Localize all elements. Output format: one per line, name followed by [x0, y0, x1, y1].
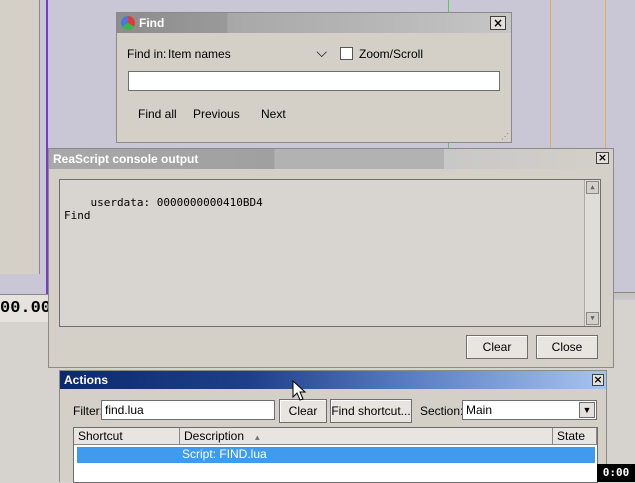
- find-titlebar[interactable]: Find ×: [117, 13, 511, 33]
- table-row[interactable]: Script: FIND.lua: [77, 447, 595, 463]
- column-header-description[interactable]: Description ▲: [180, 428, 553, 445]
- section-label: Section:: [420, 404, 464, 418]
- console-output[interactable]: userdata: 0000000000410BD4 Find ▲ ▼: [59, 179, 601, 327]
- find-title: Find: [139, 16, 165, 30]
- zoom-scroll-checkbox[interactable]: [340, 47, 353, 60]
- background-strip: [612, 292, 635, 298]
- find-dialog: Find × Find in: Item names ⌵ Zoom/Scroll…: [116, 12, 512, 143]
- find-in-select[interactable]: Item names ⌵: [167, 44, 331, 64]
- find-in-value: Item names: [168, 47, 231, 61]
- console-clear-button[interactable]: Clear: [466, 335, 528, 359]
- search-input[interactable]: [128, 71, 500, 91]
- row-description: Script: FIND.lua: [182, 447, 267, 461]
- zoom-scroll-label: Zoom/Scroll: [359, 47, 424, 61]
- column-header-shortcut[interactable]: Shortcut: [74, 428, 180, 445]
- taskbar-clock: 0:00: [597, 464, 635, 482]
- chevron-down-icon[interactable]: ⌵: [316, 44, 327, 61]
- chevron-down-icon[interactable]: ▼: [579, 402, 595, 418]
- actions-list[interactable]: Shortcut Description ▲ State Script: FIN…: [73, 427, 598, 483]
- scroll-up-icon[interactable]: ▲: [586, 181, 599, 194]
- section-value: Main: [466, 403, 493, 417]
- mouse-pointer-icon: [292, 380, 307, 401]
- close-icon[interactable]: ×: [592, 374, 604, 386]
- reaper-logo-icon: [121, 16, 135, 30]
- next-button[interactable]: Next: [261, 107, 286, 121]
- section-select[interactable]: Main ▼: [462, 400, 597, 420]
- previous-button[interactable]: Previous: [193, 107, 240, 121]
- filter-input[interactable]: find.lua: [101, 400, 275, 420]
- find-all-button[interactable]: Find all: [138, 107, 177, 121]
- find-in-label: Find in:: [127, 47, 167, 61]
- console-close-button[interactable]: Close: [536, 335, 598, 359]
- console-scrollbar[interactable]: ▲ ▼: [584, 180, 600, 326]
- console-window: ReaScript console output × userdata: 000…: [48, 148, 614, 368]
- scroll-down-icon[interactable]: ▼: [586, 312, 599, 325]
- filter-clear-button[interactable]: Clear: [279, 399, 327, 423]
- track-panel: [0, 0, 40, 274]
- time-readout: 00.00: [0, 294, 52, 322]
- console-titlebar[interactable]: ReaScript console output ×: [49, 149, 613, 169]
- sort-up-icon: ▲: [253, 433, 262, 442]
- close-icon[interactable]: ×: [490, 16, 506, 30]
- column-header-state[interactable]: State: [553, 428, 597, 445]
- actions-titlebar[interactable]: Actions ×: [60, 371, 606, 389]
- console-output-text: userdata: 0000000000410BD4 Find: [64, 196, 263, 222]
- close-icon[interactable]: ×: [596, 152, 609, 164]
- console-title: ReaScript console output: [53, 152, 199, 166]
- find-shortcut-button[interactable]: Find shortcut...: [330, 399, 412, 423]
- actions-window: Actions × Filter: find.lua Clear Find sh…: [59, 370, 607, 483]
- filter-label: Filter:: [73, 404, 103, 418]
- resize-grip-icon[interactable]: ⋰: [501, 132, 509, 141]
- actions-title: Actions: [64, 373, 109, 387]
- column-header-description-label: Description: [184, 429, 245, 443]
